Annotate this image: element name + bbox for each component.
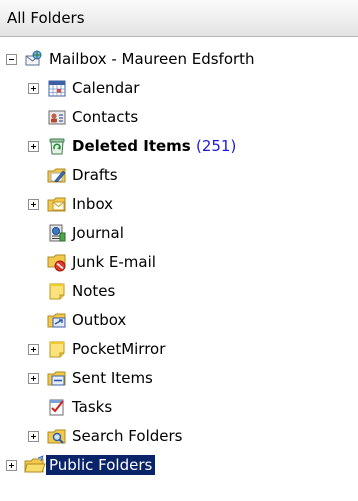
mailbox-icon [24, 49, 44, 69]
tree-item-label: Drafts [72, 166, 118, 184]
tree-item-pocketmirror[interactable]: PocketMirror [0, 335, 358, 364]
tasks-icon [47, 397, 67, 417]
tree-item-label: Public Folders [46, 455, 156, 475]
tree-item-junk-email[interactable]: Junk E-mail [0, 248, 358, 277]
tree-item-tasks[interactable]: Tasks [0, 393, 358, 422]
search-folder-icon [47, 426, 67, 446]
tree-item-label: Contacts [72, 108, 139, 126]
tree-item-outbox[interactable]: Outbox [0, 306, 358, 335]
tree-item-drafts[interactable]: Drafts [0, 161, 358, 190]
tree-item-contacts[interactable]: Contacts [0, 103, 358, 132]
sent-items-icon [47, 368, 67, 388]
folder-name: Deleted Items [72, 137, 191, 155]
tree-item-label: Tasks [72, 398, 113, 416]
recycle-icon [47, 136, 67, 156]
pane-title: All Folders [7, 9, 85, 27]
tree-item-search-folders[interactable]: Search Folders [0, 422, 358, 451]
contacts-icon [47, 107, 67, 127]
inbox-icon [47, 194, 67, 214]
pane-header: All Folders [0, 0, 358, 37]
tree-item-label: Deleted Items (251) [72, 136, 236, 156]
tree-item-label: Journal [72, 224, 124, 242]
junk-icon [47, 252, 67, 272]
tree-item-label: Inbox [72, 195, 114, 213]
tree-item-label: Calendar [72, 79, 140, 97]
folder-tree[interactable]: Mailbox - Maureen Edsforth Calendar Cont… [0, 37, 358, 501]
expand-toggle[interactable] [28, 199, 39, 210]
tree-item-calendar[interactable]: Calendar [0, 74, 358, 103]
tree-item-label: PocketMirror [72, 340, 166, 358]
note-folder-icon [47, 339, 67, 359]
tree-item-mailbox[interactable]: Mailbox - Maureen Edsforth [0, 45, 358, 74]
calendar-icon [47, 78, 67, 98]
tree-item-notes[interactable]: Notes [0, 277, 358, 306]
tree-item-inbox[interactable]: Inbox [0, 190, 358, 219]
public-folder-icon [24, 455, 46, 475]
expand-toggle[interactable] [28, 141, 39, 152]
tree-item-public-folders[interactable]: Public Folders [0, 451, 358, 480]
tree-item-sent-items[interactable]: Sent Items [0, 364, 358, 393]
expand-toggle[interactable] [28, 344, 39, 355]
expand-toggle[interactable] [6, 460, 17, 471]
notes-icon [47, 281, 67, 301]
tree-item-label: Search Folders [72, 427, 183, 445]
journal-icon [47, 223, 67, 243]
expand-toggle[interactable] [28, 431, 39, 442]
drafts-icon [47, 165, 67, 185]
expand-toggle[interactable] [28, 83, 39, 94]
tree-item-label: Mailbox - Maureen Edsforth [49, 50, 255, 68]
tree-item-label: Outbox [72, 311, 127, 329]
collapse-toggle[interactable] [6, 54, 17, 65]
tree-item-label: Sent Items [72, 369, 153, 387]
tree-item-journal[interactable]: Journal [0, 219, 358, 248]
outbox-icon [47, 310, 67, 330]
tree-item-deleted-items[interactable]: Deleted Items (251) [0, 132, 358, 161]
tree-item-label: Notes [72, 282, 116, 300]
tree-item-label: Junk E-mail [72, 253, 156, 271]
unread-count: (251) [195, 137, 237, 155]
expand-toggle[interactable] [28, 373, 39, 384]
